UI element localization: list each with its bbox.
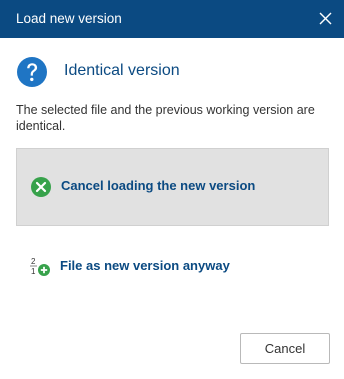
question-icon xyxy=(17,57,47,87)
new-version-icon: 2 1 xyxy=(30,257,50,276)
dialog-title: Load new version xyxy=(16,11,122,26)
file-as-new-version-option[interactable]: 2 1 File as new version anyway xyxy=(16,228,329,306)
load-new-version-dialog: Load new version Identical version The s… xyxy=(0,0,344,379)
svg-text:2: 2 xyxy=(31,257,36,266)
cancel-loading-option[interactable]: Cancel loading the new version xyxy=(16,148,329,226)
cancel-loading-label: Cancel loading the new version xyxy=(61,178,256,193)
cancel-button[interactable]: Cancel xyxy=(240,333,330,364)
dialog-message: The selected file and the previous worki… xyxy=(16,103,315,133)
title-bar: Load new version xyxy=(0,0,344,38)
dialog-heading: Identical version xyxy=(64,62,180,79)
cancel-circle-icon xyxy=(31,177,51,197)
close-button[interactable] xyxy=(306,0,344,38)
close-icon xyxy=(319,12,332,25)
file-as-new-version-label: File as new version anyway xyxy=(60,258,230,273)
dialog-header: Identical version xyxy=(16,54,326,88)
svg-text:1: 1 xyxy=(31,267,36,276)
